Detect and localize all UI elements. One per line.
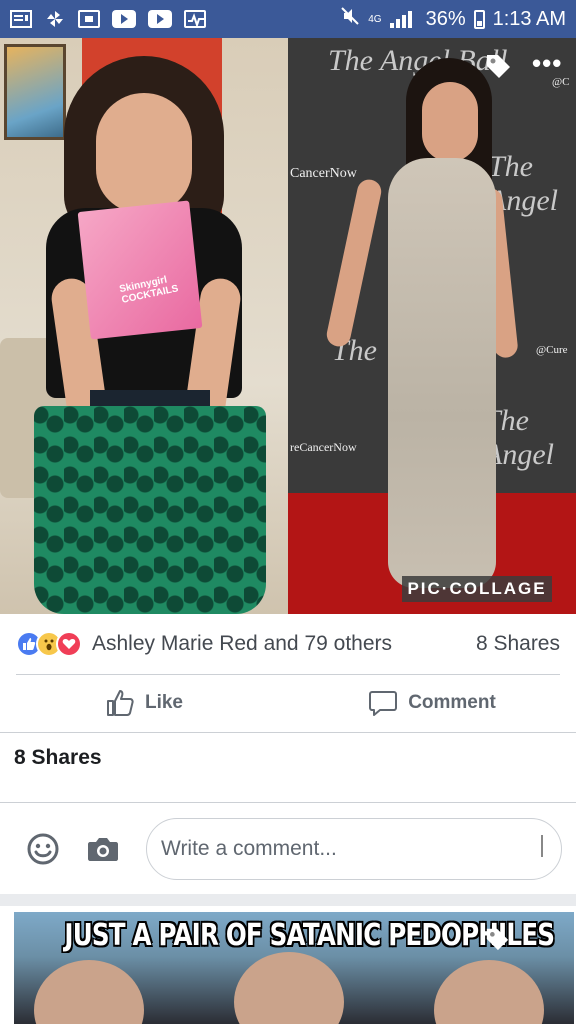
comment-placeholder: Write a comment... [161,836,337,860]
list-notification-icon [10,10,32,28]
photo-left-panel: Skinnygirl COCKTAILS [0,38,288,614]
book-title: Skinnygirl COCKTAILS [118,274,180,306]
next-post-card: JUST A PAIR OF SATANIC PEDOPHILES [0,906,576,1024]
mute-icon [340,6,360,32]
like-button[interactable]: Like [0,675,288,731]
post-card: Skinnygirl COCKTAILS The Angel Ball The … [0,38,576,894]
image-notification-icon [78,10,100,28]
video-notification-icon-2 [148,10,172,28]
comment-icon [369,691,398,716]
activity-icon [184,10,206,28]
backdrop-small-text: reCancerNow [290,440,357,454]
network-type-icon: 4G [368,13,382,25]
comment-label: Comment [408,692,496,713]
backdrop-small-text: CancerNow [290,166,357,181]
wall-painting [4,44,66,140]
pinwheel-icon [44,10,66,28]
love-reaction-icon [56,631,82,657]
reaction-names[interactable]: Ashley Marie Red and 79 others [92,632,392,656]
reactions-row[interactable]: Ashley Marie Red and 79 others 8 Shares [0,614,576,674]
comment-input[interactable]: Write a comment... [146,817,562,880]
text-caret [541,834,543,857]
notification-icons [10,10,206,28]
camera-icon[interactable] [86,832,120,866]
like-label: Like [144,692,184,713]
book: Skinnygirl COCKTAILS [77,200,203,340]
video-notification-icon [112,10,136,28]
face [422,82,478,162]
meme-face [234,952,344,1024]
meme-caption: JUST A PAIR OF SATANIC PEDOPHILES [64,918,555,953]
photo-right-panel: The Angel Ball The Angel The The Angel C… [288,38,576,614]
tag-icon[interactable] [484,926,510,952]
signal-icon [389,10,418,28]
pic-collage-watermark: PIC·COLLAGE [402,576,552,602]
status-bar: 4G 36% 1:13 AM [0,0,576,38]
left-arm [324,177,384,349]
meme-face [34,960,144,1024]
green-skirt [34,406,266,614]
meme-image[interactable]: JUST A PAIR OF SATANIC PEDOPHILES [14,912,574,1024]
battery-icon [473,9,485,29]
clock: 1:13 AM [492,7,566,30]
post-photo[interactable]: Skinnygirl COCKTAILS The Angel Ball The … [0,38,576,614]
battery-percent: 36% [425,7,466,30]
more-options-icon[interactable]: ••• [532,48,562,79]
reaction-icons [16,631,82,657]
divider [0,732,576,733]
comment-button[interactable]: Comment [288,675,576,731]
post-actions: Like Comment [0,675,576,731]
share-count[interactable]: 8 Shares [476,632,560,656]
gown [388,158,496,588]
meme-face [434,960,544,1024]
thumbs-up-icon [106,690,134,716]
backdrop-small-text: @Cure [536,344,568,356]
backdrop-script: The Angel [484,404,554,471]
face [96,93,192,213]
comment-composer: Write a comment... [0,803,576,894]
system-status: 4G 36% 1:13 AM [340,6,566,32]
emoji-icon[interactable] [26,832,60,866]
tag-icon[interactable] [484,52,512,80]
shares-heading[interactable]: 8 Shares [14,746,102,770]
